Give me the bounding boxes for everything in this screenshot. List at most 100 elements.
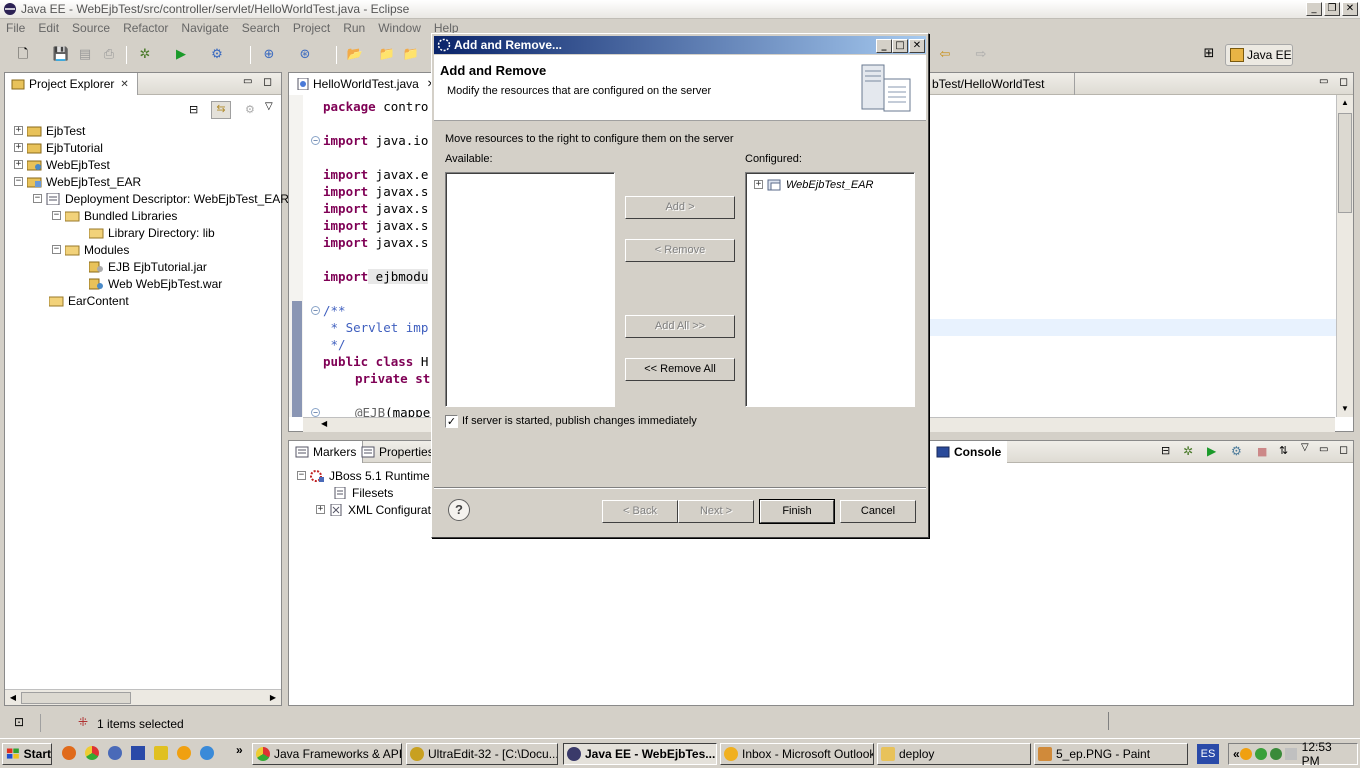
- fold-icon[interactable]: −: [311, 306, 320, 315]
- save-icon[interactable]: 💾: [52, 46, 70, 64]
- filter-icon[interactable]: ⚙: [245, 103, 259, 117]
- expand-icon[interactable]: +: [14, 126, 23, 135]
- collapse-icon[interactable]: ⊟: [1161, 444, 1170, 457]
- start-server-icon[interactable]: ▶: [1207, 444, 1216, 458]
- tab-properties[interactable]: Properties: [355, 441, 440, 463]
- scroll-left-icon[interactable]: ◀: [321, 419, 327, 428]
- tree-item-ejbtest[interactable]: + EjbTest: [14, 122, 85, 139]
- tree-item-webejbtest-ear[interactable]: − WebEjbTest_EAR: [14, 173, 141, 190]
- publish-icon[interactable]: ⇅: [1279, 444, 1288, 457]
- view-menu-icon[interactable]: ▽: [1301, 442, 1309, 453]
- minimize-editor-icon[interactable]: ▭: [1319, 76, 1328, 87]
- tab-helloworldtest-java[interactable]: HelloWorldTest.java ✕: [289, 73, 444, 95]
- collapse-icon[interactable]: −: [52, 211, 61, 220]
- expand-icon[interactable]: +: [316, 505, 325, 514]
- tray-sync-icon[interactable]: [1270, 748, 1282, 760]
- menu-file[interactable]: File: [6, 21, 25, 35]
- maximize-view-icon[interactable]: ◻: [263, 75, 272, 88]
- menu-navigate[interactable]: Navigate: [181, 21, 228, 35]
- new-icon[interactable]: 🗋: [14, 46, 32, 64]
- dialog-minimize-button[interactable]: _: [876, 39, 892, 53]
- tab-markers[interactable]: Markers: [289, 441, 363, 463]
- tree-item-webejbtest[interactable]: + WebEjbTest: [14, 156, 110, 173]
- tree-item-bundled-libraries[interactable]: − Bundled Libraries: [52, 207, 177, 224]
- run-icon[interactable]: ▶: [172, 46, 190, 64]
- fold-icon[interactable]: −: [311, 408, 320, 417]
- save-all-icon[interactable]: ▤: [76, 46, 94, 64]
- fast-view-icon[interactable]: ⊡: [14, 715, 24, 729]
- restore-button[interactable]: ❐: [1324, 2, 1340, 16]
- expand-icon[interactable]: +: [754, 180, 763, 189]
- task-eclipse[interactable]: Java EE - WebEjbTes...: [563, 743, 717, 765]
- code-line[interactable]: package contro: [323, 98, 428, 115]
- eclipse-quicklaunch-icon[interactable]: [108, 746, 122, 760]
- stop-server-icon[interactable]: ■: [1257, 445, 1267, 458]
- code-line[interactable]: import javax.s: [323, 183, 428, 200]
- start-button[interactable]: Start: [2, 743, 52, 765]
- server-icon[interactable]: ⊕: [260, 46, 278, 64]
- task-outlook[interactable]: Inbox - Microsoft Outlook: [720, 743, 874, 765]
- add-button[interactable]: Add >: [625, 196, 735, 219]
- tree-item-web-module[interactable]: Web WebEjbTest.war: [89, 275, 222, 292]
- tray-clock-icon[interactable]: [1240, 748, 1252, 760]
- menu-search[interactable]: Search: [242, 21, 280, 35]
- collapse-icon[interactable]: −: [14, 177, 23, 186]
- forward-arrow-icon[interactable]: ⇨: [972, 46, 990, 64]
- open-perspective-icon[interactable]: ⊞: [1200, 46, 1218, 64]
- print-icon[interactable]: ⎙: [100, 46, 118, 64]
- scroll-down-icon[interactable]: ▼: [1338, 402, 1352, 416]
- task-deploy[interactable]: deploy: [877, 743, 1031, 765]
- open-resource-icon[interactable]: 📁: [402, 46, 420, 64]
- maximize-editor-icon[interactable]: ◻: [1339, 75, 1348, 88]
- collapse-icon[interactable]: −: [297, 471, 306, 480]
- code-line[interactable]: import javax.s: [323, 234, 428, 251]
- tray-network-icon[interactable]: [1255, 748, 1267, 760]
- fold-icon[interactable]: −: [311, 136, 320, 145]
- maximize-view-icon[interactable]: ◻: [1339, 443, 1348, 456]
- expand-icon[interactable]: +: [14, 160, 23, 169]
- view-menu-icon[interactable]: ▽: [265, 101, 273, 112]
- browser-icon[interactable]: [200, 746, 214, 760]
- tray-volume-icon[interactable]: [1285, 748, 1297, 760]
- scroll-thumb[interactable]: [1338, 113, 1352, 213]
- cancel-button[interactable]: Cancel: [840, 500, 916, 523]
- dialog-maximize-button[interactable]: □: [892, 39, 908, 53]
- language-indicator[interactable]: ES: [1197, 744, 1219, 764]
- minimize-view-icon[interactable]: ▭: [243, 76, 252, 87]
- vertical-scrollbar[interactable]: ▲ ▼: [1336, 95, 1353, 417]
- menu-window[interactable]: Window: [378, 21, 421, 35]
- code-line[interactable]: import java.io: [323, 132, 428, 149]
- minimize-view-icon[interactable]: ▭: [1319, 444, 1328, 455]
- finish-button[interactable]: Finish: [760, 500, 834, 523]
- close-button[interactable]: ✕: [1342, 2, 1358, 16]
- code-line[interactable]: import javax.s: [323, 200, 428, 217]
- scroll-right-icon[interactable]: ▶: [266, 691, 280, 705]
- task-paint[interactable]: 5_ep.PNG - Paint: [1034, 743, 1188, 765]
- scroll-up-icon[interactable]: ▲: [1338, 96, 1352, 110]
- help-icon[interactable]: ?: [448, 499, 470, 521]
- remove-button[interactable]: < Remove: [625, 239, 735, 262]
- clock-app-icon[interactable]: [177, 746, 191, 760]
- task-ultraedit[interactable]: UltraEdit-32 - [C:\Docu...: [406, 743, 558, 765]
- tree-item-deployment-descriptor[interactable]: − Deployment Descriptor: WebEjbTest_EAR: [33, 190, 289, 207]
- configured-item-webejbtest-ear[interactable]: + WebEjbTest_EAR: [754, 176, 873, 193]
- code-line[interactable]: /**: [323, 302, 346, 319]
- code-line[interactable]: import javax.s: [323, 217, 428, 234]
- scroll-thumb[interactable]: [21, 692, 131, 704]
- next-button[interactable]: Next >: [678, 500, 754, 523]
- profile-server-icon[interactable]: ⚙: [1231, 444, 1242, 458]
- tab-project-explorer[interactable]: Project Explorer ✕: [5, 73, 138, 95]
- tree-item-ejbtutorial[interactable]: + EjbTutorial: [14, 139, 103, 156]
- debug-icon[interactable]: ✲: [136, 46, 154, 64]
- horizontal-scrollbar[interactable]: ◀ ▶: [5, 689, 281, 705]
- show-hidden-icons[interactable]: «: [1229, 747, 1240, 761]
- menu-refactor[interactable]: Refactor: [123, 21, 168, 35]
- scroll-left-icon[interactable]: ◀: [6, 691, 20, 705]
- tree-item-modules[interactable]: − Modules: [52, 241, 129, 258]
- chrome-icon[interactable]: [85, 746, 99, 760]
- tree-item-earcontent[interactable]: EarContent: [49, 292, 129, 309]
- open-type-icon[interactable]: 📂: [346, 46, 364, 64]
- perspective-java-ee[interactable]: Java EE: [1225, 44, 1293, 66]
- more-quicklaunch-icon[interactable]: »: [236, 743, 243, 757]
- tree-item-ejb-module[interactable]: EJB EjbTutorial.jar: [89, 258, 207, 275]
